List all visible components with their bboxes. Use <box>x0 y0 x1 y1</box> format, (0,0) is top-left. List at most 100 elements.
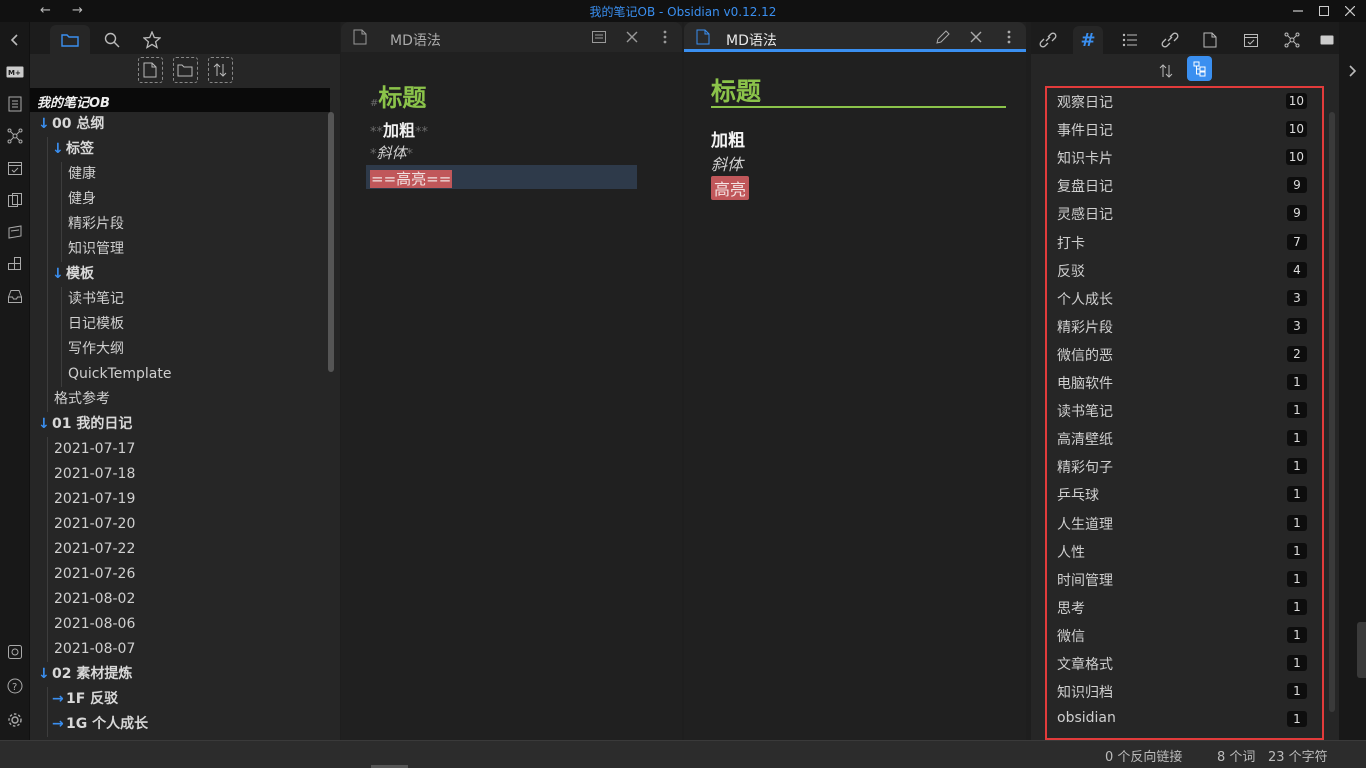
tree-folder[interactable]: ↓ 标签 <box>52 137 94 162</box>
tree-folder[interactable]: → 1G 个人成长 <box>52 712 148 737</box>
tree-folder[interactable]: ↓ 01 我的日记 <box>38 412 132 437</box>
tag-name: obsidian <box>1057 710 1116 727</box>
tag-item[interactable]: 时间管理 1 <box>1057 566 1307 594</box>
more-options-icon[interactable] <box>1000 28 1018 46</box>
tree-folder[interactable]: ↓ 02 素材提炼 <box>38 662 132 687</box>
edit-pencil-icon[interactable] <box>934 28 952 46</box>
sort-button[interactable] <box>207 57 233 83</box>
copy-notes-icon[interactable] <box>5 190 25 210</box>
tag-item[interactable]: 人性 1 <box>1057 538 1307 566</box>
sidebar-scrollbar[interactable] <box>328 112 334 372</box>
tag-item[interactable]: 灵感日记 9 <box>1057 200 1307 228</box>
close-icon[interactable] <box>623 28 641 46</box>
tree-file[interactable]: 日记模板 <box>68 312 124 337</box>
tag-item[interactable]: 微信的恶 2 <box>1057 341 1307 369</box>
tag-item[interactable]: 复盘日记 9 <box>1057 172 1307 200</box>
calendar-check-icon[interactable] <box>5 158 25 178</box>
tag-item[interactable]: 打卡 7 <box>1057 229 1307 257</box>
source-italic-line[interactable]: *斜体* <box>370 142 413 163</box>
tree-file[interactable]: 2021-07-26 <box>54 562 135 587</box>
tab-title[interactable]: MD语法 <box>390 30 441 50</box>
maximize-button[interactable] <box>1312 2 1336 20</box>
source-highlight-line[interactable]: ==高亮== <box>370 168 453 189</box>
tag-pane-scrollbar[interactable] <box>1329 112 1335 712</box>
settings-gear-icon[interactable] <box>5 710 25 730</box>
tag-item[interactable]: 文章格式 1 <box>1057 650 1307 678</box>
tree-file[interactable]: 精彩片段 <box>68 212 124 237</box>
tag-item[interactable]: 读书笔记 1 <box>1057 397 1307 425</box>
tag-item[interactable]: 个人成长 3 <box>1057 285 1307 313</box>
tree-file[interactable]: 格式参考 <box>54 387 110 412</box>
outline-tab-list-icon[interactable] <box>1115 26 1145 54</box>
tree-view-toggle[interactable] <box>1187 56 1212 81</box>
search-tab[interactable] <box>92 25 132 54</box>
close-window-button[interactable] <box>1338 2 1362 20</box>
tag-item[interactable]: 微信 1 <box>1057 622 1307 650</box>
file-info-tab[interactable] <box>1195 26 1225 54</box>
tree-file[interactable]: 2021-08-06 <box>54 612 135 637</box>
tree-folder[interactable]: ↓ 模板 <box>52 262 94 287</box>
markdown-icon[interactable]: M+ <box>5 62 25 82</box>
sort-tags-icon[interactable] <box>1155 60 1177 82</box>
tag-item[interactable]: 乒乓球 1 <box>1057 481 1307 509</box>
tree-folder[interactable]: ↓ 00 总纲 <box>38 112 104 137</box>
tree-file[interactable]: 健身 <box>68 187 96 212</box>
tag-item[interactable]: 反驳 4 <box>1057 257 1307 285</box>
help-icon[interactable]: ? <box>5 676 25 696</box>
tag-item[interactable]: 电脑软件 1 <box>1057 369 1307 397</box>
tree-file[interactable]: 2021-08-02 <box>54 587 135 612</box>
minimize-button[interactable] <box>1286 2 1310 20</box>
note-list-icon[interactable] <box>5 94 25 114</box>
tree-file[interactable]: 2021-07-17 <box>54 437 135 462</box>
tree-folder[interactable]: → 1F 反驳 <box>52 687 118 712</box>
tag-name: 乒乓球 <box>1057 488 1099 505</box>
tree-file[interactable]: 写作大纲 <box>68 337 124 362</box>
outgoing-links-tab[interactable] <box>1155 26 1185 54</box>
tree-file[interactable]: 读书笔记 <box>68 287 124 312</box>
new-folder-button[interactable] <box>172 57 198 83</box>
tag-item[interactable]: 知识归档 1 <box>1057 678 1307 706</box>
source-heading-line[interactable]: #标题 <box>370 78 426 113</box>
tree-file[interactable]: 健康 <box>68 162 96 187</box>
vault-switcher-icon[interactable] <box>5 642 25 662</box>
close-icon[interactable] <box>967 28 985 46</box>
calendar-tab[interactable] <box>1236 26 1266 54</box>
tree-file[interactable]: 2021-07-22 <box>54 537 135 562</box>
expand-sidebar-icon[interactable] <box>1345 64 1359 78</box>
tag-item[interactable]: 精彩片段 3 <box>1057 313 1307 341</box>
file-explorer-tab[interactable] <box>50 25 90 54</box>
collapse-sidebar-icon[interactable] <box>5 30 25 50</box>
tag-item[interactable]: 观察日记 10 <box>1057 88 1307 116</box>
inbox-icon[interactable] <box>5 286 25 306</box>
tag-count-badge: 3 <box>1287 289 1307 306</box>
tag-item[interactable]: 思考 1 <box>1057 594 1307 622</box>
starred-tab[interactable] <box>132 25 172 54</box>
tag-tab-hash-icon[interactable]: # <box>1073 26 1103 54</box>
new-note-button[interactable] <box>137 57 163 83</box>
tag-item[interactable]: 人生道理 1 <box>1057 510 1307 538</box>
backlinks-tab[interactable] <box>1033 26 1063 54</box>
source-bold-line[interactable]: **加粗** <box>370 117 428 141</box>
tree-file[interactable]: 2021-07-20 <box>54 512 135 537</box>
tree-file[interactable]: 2021-07-19 <box>54 487 135 512</box>
plugins-grid-icon[interactable] <box>5 254 25 274</box>
tag-item[interactable]: obsidian 1 <box>1057 706 1307 734</box>
graph-view-icon[interactable] <box>5 126 25 146</box>
tree-file[interactable]: 2021-08-07 <box>54 637 135 662</box>
tag-item[interactable]: 知识卡片 10 <box>1057 144 1307 172</box>
tag-item[interactable]: 事件日记 10 <box>1057 116 1307 144</box>
tag-item[interactable]: 高清壁纸 1 <box>1057 425 1307 453</box>
tree-file[interactable]: 知识管理 <box>68 237 124 262</box>
local-graph-tab[interactable] <box>1277 26 1307 54</box>
more-options-icon[interactable] <box>656 28 674 46</box>
tag-item[interactable]: 精彩句子 1 <box>1057 453 1307 481</box>
tag-count-badge: 1 <box>1287 683 1307 700</box>
slides-icon[interactable] <box>5 222 25 242</box>
tree-file[interactable]: QuickTemplate <box>68 362 171 387</box>
reading-view-icon[interactable] <box>590 28 608 46</box>
svg-text:?: ? <box>12 682 17 693</box>
markdown-tab[interactable] <box>1316 26 1338 54</box>
backlink-count[interactable]: 0 个反向链接 <box>1105 746 1182 765</box>
tab-title[interactable]: MD语法 <box>726 30 777 50</box>
tree-file[interactable]: 2021-07-18 <box>54 462 135 487</box>
